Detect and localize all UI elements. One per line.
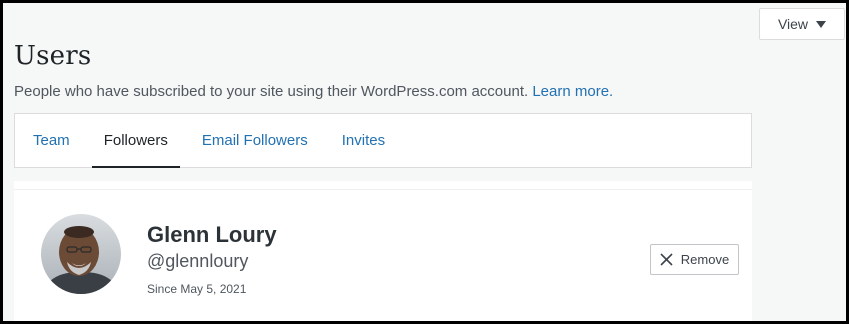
- follower-handle: @glennloury: [147, 251, 249, 271]
- avatar: [41, 214, 121, 294]
- tab-followers[interactable]: Followers: [91, 114, 181, 168]
- tab-label: Followers: [103, 132, 168, 149]
- section-tabs: Team Followers Email Followers Invites: [14, 113, 752, 168]
- tab-team[interactable]: Team: [21, 114, 82, 167]
- caret-down-icon: [816, 20, 827, 28]
- follower-card: Glenn Loury @glennloury Since May 5, 202…: [14, 181, 752, 321]
- close-icon: [660, 253, 673, 266]
- card-divider: [14, 189, 752, 190]
- page-subtitle: People who have subscribed to your site …: [14, 83, 613, 100]
- learn-more-link[interactable]: Learn more.: [532, 83, 613, 100]
- remove-button[interactable]: Remove: [650, 244, 739, 275]
- tab-email-followers[interactable]: Email Followers: [190, 114, 320, 167]
- tab-invites[interactable]: Invites: [330, 114, 397, 167]
- subtitle-text: People who have subscribed to your site …: [14, 83, 529, 100]
- users-page: View Users People who have subscribed to…: [0, 0, 849, 324]
- tab-label: Invites: [341, 132, 386, 149]
- follower-name: Glenn Loury: [147, 222, 277, 247]
- page-title: Users: [14, 41, 92, 71]
- remove-label: Remove: [680, 252, 730, 267]
- view-label: View: [777, 16, 809, 32]
- tab-label: Team: [33, 132, 70, 149]
- view-button[interactable]: View: [759, 8, 845, 40]
- follower-since: Since May 5, 2021: [147, 282, 247, 296]
- avatar-image: [41, 214, 121, 294]
- tab-label: Email Followers: [201, 132, 308, 149]
